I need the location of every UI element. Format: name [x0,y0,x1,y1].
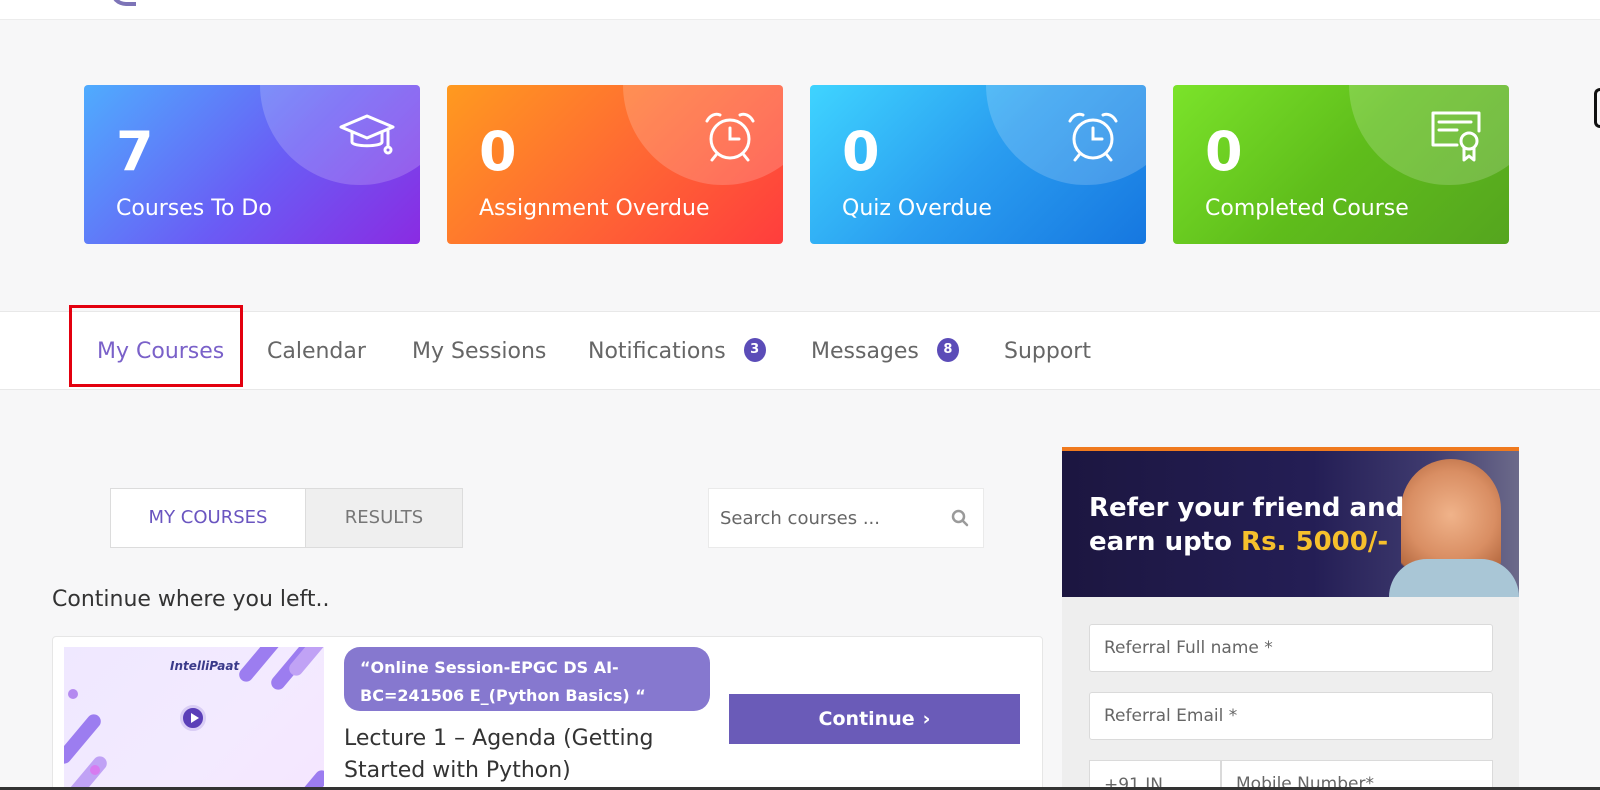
subtab-my-courses[interactable]: MY COURSES [111,489,305,547]
intellipaat-logo: IntelliPaat [170,659,240,673]
referral-earn-prefix: earn upto [1089,527,1232,557]
stat-card-assignment-overdue[interactable]: 0 Assignment Overdue [447,85,783,244]
thumb-decoration [90,765,100,775]
continue-heading: Continue where you left.. [52,587,330,612]
course-subtabs: MY COURSES RESULTS [110,488,463,548]
continue-label: Continue [818,708,915,730]
stat-value: 7 [116,120,154,183]
tab-label: Support [1004,339,1091,364]
mobile-number-field[interactable] [1221,760,1493,790]
country-code-select[interactable]: +91 IN [1089,760,1221,790]
tab-notifications[interactable]: Notifications 3 [588,312,766,391]
lecture-title: Lecture 1 – Agenda (Getting Started with… [344,726,654,783]
thumb-decoration [286,647,324,679]
referral-banner: Refer your friend and earn upto Rs. 5000… [1062,451,1519,597]
side-widget-edge[interactable] [1594,88,1600,128]
course-thumbnail[interactable]: IntelliPaat [64,647,324,790]
stat-value: 0 [479,120,517,183]
referral-line-1: Refer your friend and [1089,493,1405,523]
thumb-decoration [68,689,78,699]
tab-label: Calendar [267,339,366,364]
course-search [708,488,984,548]
stat-card-quiz-overdue[interactable]: 0 Quiz Overdue [810,85,1146,244]
stat-value: 0 [1205,120,1243,183]
notifications-badge: 3 [743,338,766,362]
course-card: IntelliPaat “Online Session-EPGC DS AI-B… [52,636,1043,790]
referral-line-2: earn upto Rs. 5000/- [1089,525,1404,559]
search-icon[interactable] [951,509,969,527]
tab-support[interactable]: Support [1004,312,1091,391]
play-icon[interactable] [180,705,206,731]
stat-label: Completed Course [1205,196,1409,221]
referral-panel: Refer your friend and earn upto Rs. 5000… [1062,447,1519,790]
active-tab-highlight [69,305,243,387]
messages-badge: 8 [936,338,959,362]
stat-card-completed-course[interactable]: 0 Completed Course [1173,85,1509,244]
tab-label: Messages [811,339,919,364]
subtab-results[interactable]: RESULTS [305,489,462,547]
alarm-clock-icon [705,112,755,162]
stat-label: Assignment Overdue [479,196,710,221]
tab-messages[interactable]: Messages 8 [811,312,959,391]
certificate-icon [1431,111,1481,162]
referral-email-field[interactable] [1089,692,1493,740]
alarm-clock-icon [1068,112,1118,162]
stat-value: 0 [842,120,880,183]
graduation-cap-icon [339,114,395,155]
top-bar [0,0,1600,20]
person-photo [1389,559,1519,597]
logo-fragment [110,0,136,6]
session-title: “Online Session-EPGC DS AI-BC=241506 E_(… [344,647,710,711]
chevron-right-icon: › [922,708,931,730]
referral-amount: Rs. 5000/- [1241,527,1389,557]
tab-label: My Sessions [412,339,547,364]
continue-button[interactable]: Continue › [729,694,1020,744]
stat-card-courses-to-do[interactable]: 7 Courses To Do [84,85,420,244]
tab-label: Notifications [588,339,726,364]
referral-banner-text: Refer your friend and earn upto Rs. 5000… [1089,491,1404,559]
tab-calendar[interactable]: Calendar [267,312,366,391]
search-input[interactable] [720,489,940,547]
stat-label: Courses To Do [116,196,272,221]
referral-name-field[interactable] [1089,624,1493,672]
tab-my-sessions[interactable]: My Sessions [412,312,546,391]
stat-label: Quiz Overdue [842,196,992,221]
